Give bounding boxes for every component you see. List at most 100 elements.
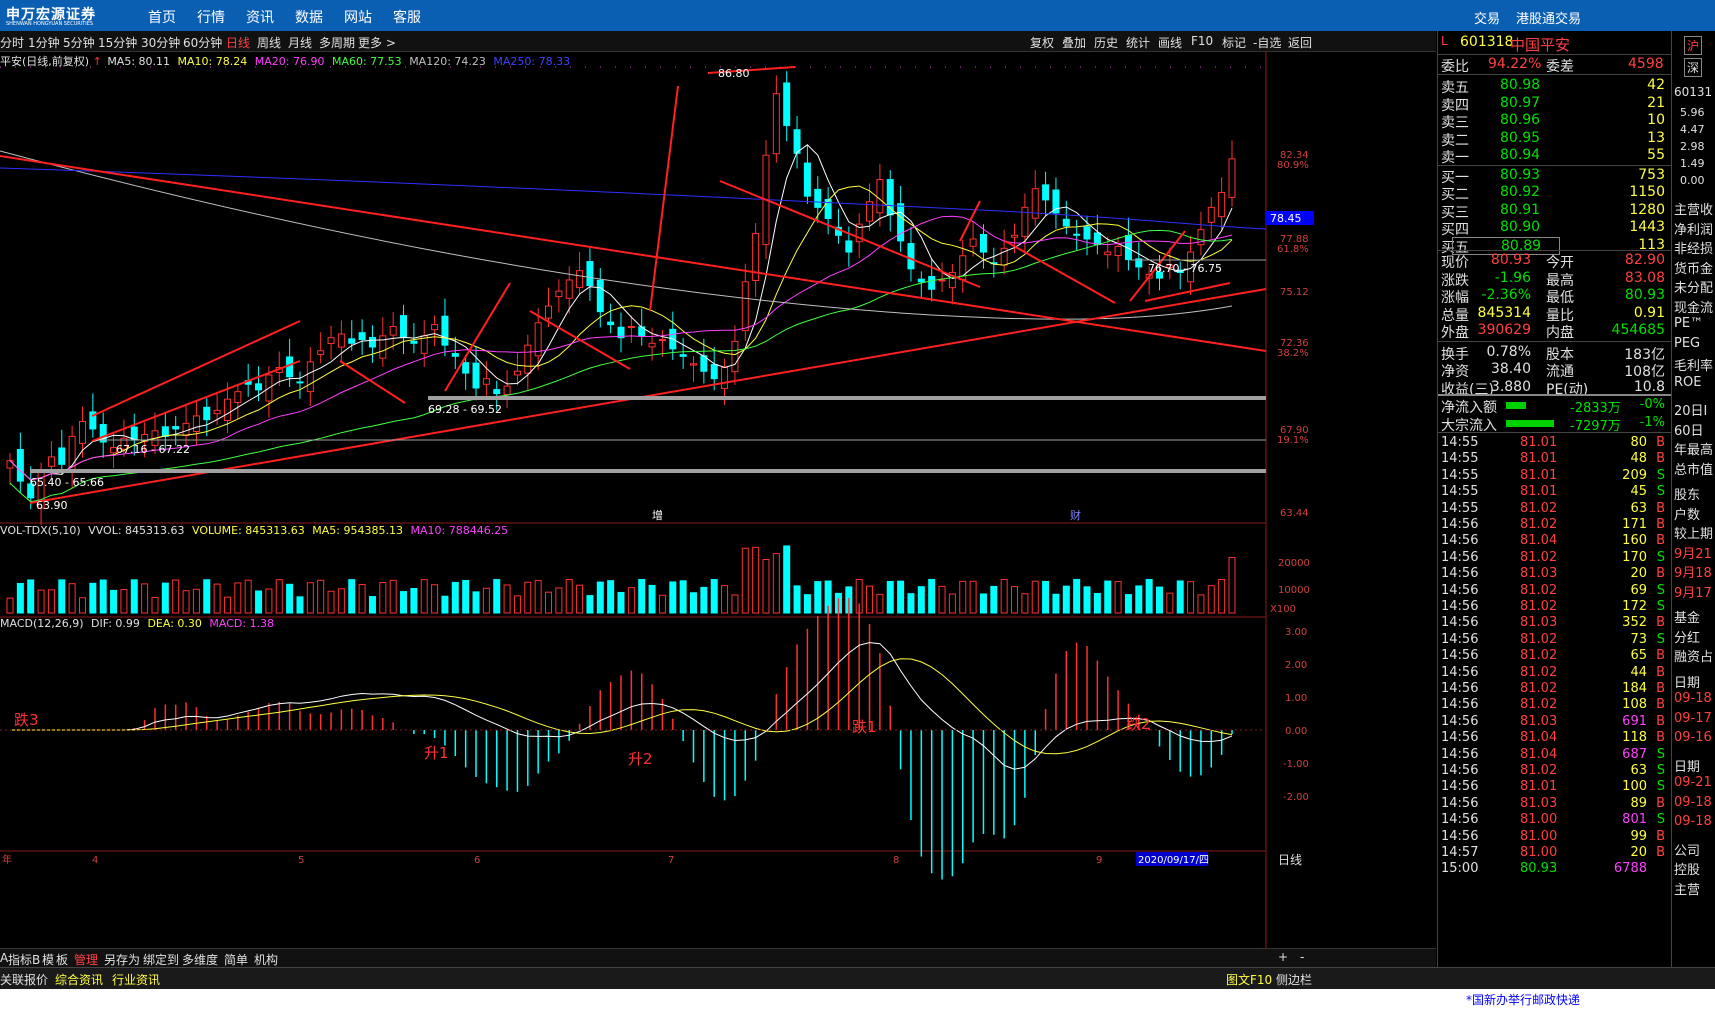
nav-news[interactable]: 资讯: [246, 7, 274, 27]
tab-multidim[interactable]: 多维度: [182, 951, 218, 968]
side-code: 60131: [1674, 85, 1713, 99]
period-monthly[interactable]: 月线: [288, 34, 312, 51]
ask-row[interactable]: 卖一 80.94 55: [1438, 146, 1671, 166]
period-5min[interactable]: 5分钟: [63, 34, 95, 51]
side-item[interactable]: 基金: [1674, 607, 1700, 626]
bid-row[interactable]: 买三 80.91 1280: [1438, 201, 1671, 221]
period-multi[interactable]: 多周期: [319, 34, 355, 51]
side-item[interactable]: 20日I: [1674, 400, 1707, 419]
side-item[interactable]: 9月17: [1674, 582, 1712, 601]
tool-f10[interactable]: F10: [1191, 34, 1213, 48]
side-item[interactable]: 净利润: [1674, 219, 1713, 238]
tab-related-quote[interactable]: 关联报价: [0, 971, 48, 988]
nav-trade[interactable]: 交易: [1474, 8, 1500, 27]
side-item[interactable]: 09-18: [1674, 814, 1712, 829]
news-ticker[interactable]: *国新办举行邮政快递: [1466, 991, 1580, 1008]
period-30min[interactable]: 30分钟: [141, 34, 180, 51]
tab-template[interactable]: 模: [42, 951, 54, 968]
side-item[interactable]: PEG: [1674, 336, 1700, 351]
side-item[interactable]: 09-16: [1674, 730, 1712, 745]
side-item[interactable]: 09-18: [1674, 795, 1712, 810]
tab-institution[interactable]: 机构: [254, 951, 278, 968]
tab-bind[interactable]: 绑定到: [143, 951, 179, 968]
side-item[interactable]: 较上期: [1674, 523, 1713, 542]
side-item[interactable]: 总市值: [1674, 459, 1713, 478]
period-daily[interactable]: 日线: [226, 34, 250, 51]
tab-board[interactable]: 板: [56, 951, 68, 968]
tab-f10-graphic[interactable]: 图文F10: [1226, 971, 1272, 988]
side-item[interactable]: 分红: [1674, 627, 1700, 646]
zoom-in-button[interactable]: +: [1278, 950, 1288, 964]
side-item[interactable]: 9月21: [1674, 543, 1712, 562]
side-item[interactable]: 毛利率: [1674, 355, 1713, 374]
side-item[interactable]: 日期: [1674, 672, 1700, 691]
ask-row[interactable]: 卖五 80.98 42: [1438, 76, 1671, 96]
tool-back[interactable]: 返回: [1288, 34, 1312, 51]
market-sz-button[interactable]: 深: [1684, 58, 1703, 77]
period-60min[interactable]: 60分钟: [183, 34, 222, 51]
bid-row[interactable]: 买四 80.90 1443: [1438, 218, 1671, 238]
side-item[interactable]: PE™: [1674, 316, 1703, 331]
side-item[interactable]: 货币金: [1674, 258, 1713, 277]
tab-indicator[interactable]: 指标B: [8, 951, 40, 968]
nav-website[interactable]: 网站: [344, 7, 372, 27]
side-item[interactable]: 60日: [1674, 420, 1704, 439]
period-weekly[interactable]: 周线: [257, 34, 281, 51]
side-item[interactable]: 年最高: [1674, 439, 1713, 458]
bid-row[interactable]: 买二 80.92 1150: [1438, 183, 1671, 203]
side-item[interactable]: 09-21: [1674, 775, 1712, 790]
ask-row[interactable]: 卖二 80.95 13: [1438, 129, 1671, 149]
side-item[interactable]: 09-17: [1674, 711, 1712, 726]
tool-stats[interactable]: 统计: [1126, 34, 1150, 51]
tool-overlay[interactable]: 叠加: [1062, 34, 1086, 51]
tab-manage[interactable]: 管理: [74, 951, 98, 968]
tab-saveas[interactable]: 另存为: [104, 951, 140, 968]
tab-industry-news[interactable]: 行业资讯: [112, 971, 160, 988]
side-item[interactable]: 非经损: [1674, 238, 1713, 257]
zoom-out-button[interactable]: -: [1300, 950, 1304, 964]
volume-bar: [752, 546, 760, 614]
nav-quotes[interactable]: 行情: [197, 7, 225, 27]
side-item[interactable]: 日期: [1674, 756, 1700, 775]
nav-data[interactable]: 数据: [295, 7, 323, 27]
tab-general-news[interactable]: 综合资讯: [55, 971, 103, 988]
tool-watchlist[interactable]: -自选: [1253, 34, 1281, 51]
tool-history[interactable]: 历史: [1094, 34, 1118, 51]
side-item[interactable]: 09-18: [1674, 691, 1712, 706]
period-more[interactable]: 更多 >: [358, 34, 396, 51]
candle-body: [1083, 226, 1091, 240]
nav-hk-connect[interactable]: 港股通交易: [1516, 8, 1581, 27]
nav-home[interactable]: 首页: [148, 7, 176, 27]
period-1min[interactable]: 1分钟: [28, 34, 60, 51]
tool-mark[interactable]: 标记: [1222, 34, 1246, 51]
volume-bar: [586, 595, 594, 614]
side-item[interactable]: 未分配: [1674, 277, 1713, 296]
kline-chart[interactable]: 82.34 80.9% 77.88 61.8% 75.12 72.36 38.2…: [0, 51, 1436, 948]
candle-body: [1052, 189, 1060, 214]
market-sh-button[interactable]: 沪: [1684, 36, 1703, 55]
tab-a[interactable]: A: [0, 951, 8, 965]
side-item[interactable]: 主营收: [1674, 199, 1713, 218]
ask-row[interactable]: 卖四 80.97 21: [1438, 94, 1671, 114]
side-item[interactable]: 现金流: [1674, 297, 1713, 316]
tool-adjust[interactable]: 复权: [1030, 34, 1054, 51]
side-item[interactable]: 9月18: [1674, 562, 1712, 581]
tab-simple[interactable]: 简单: [224, 951, 248, 968]
ask-row[interactable]: 卖三 80.96 10: [1438, 111, 1671, 131]
broker-logo[interactable]: 申万宏源证券 SHENWAN HONGYUAN SECURITIES: [4, 4, 96, 27]
period-intraday[interactable]: 分时: [0, 34, 24, 51]
volume-bar: [876, 593, 884, 614]
candle-body: [1093, 232, 1101, 246]
side-item[interactable]: 主营: [1674, 879, 1700, 898]
bid-row[interactable]: 买一 80.93 753: [1438, 166, 1671, 186]
side-item[interactable]: 融资占: [1674, 646, 1713, 665]
side-item[interactable]: 公司: [1674, 840, 1700, 859]
side-item[interactable]: 控股: [1674, 859, 1700, 878]
tool-draw[interactable]: 画线: [1158, 34, 1182, 51]
period-15min[interactable]: 15分钟: [98, 34, 137, 51]
side-item[interactable]: 股东: [1674, 484, 1700, 503]
tab-sidebar[interactable]: 侧边栏: [1276, 971, 1312, 988]
nav-service[interactable]: 客服: [393, 7, 421, 27]
side-item[interactable]: 户数: [1674, 504, 1700, 523]
side-item[interactable]: ROE: [1674, 375, 1701, 390]
